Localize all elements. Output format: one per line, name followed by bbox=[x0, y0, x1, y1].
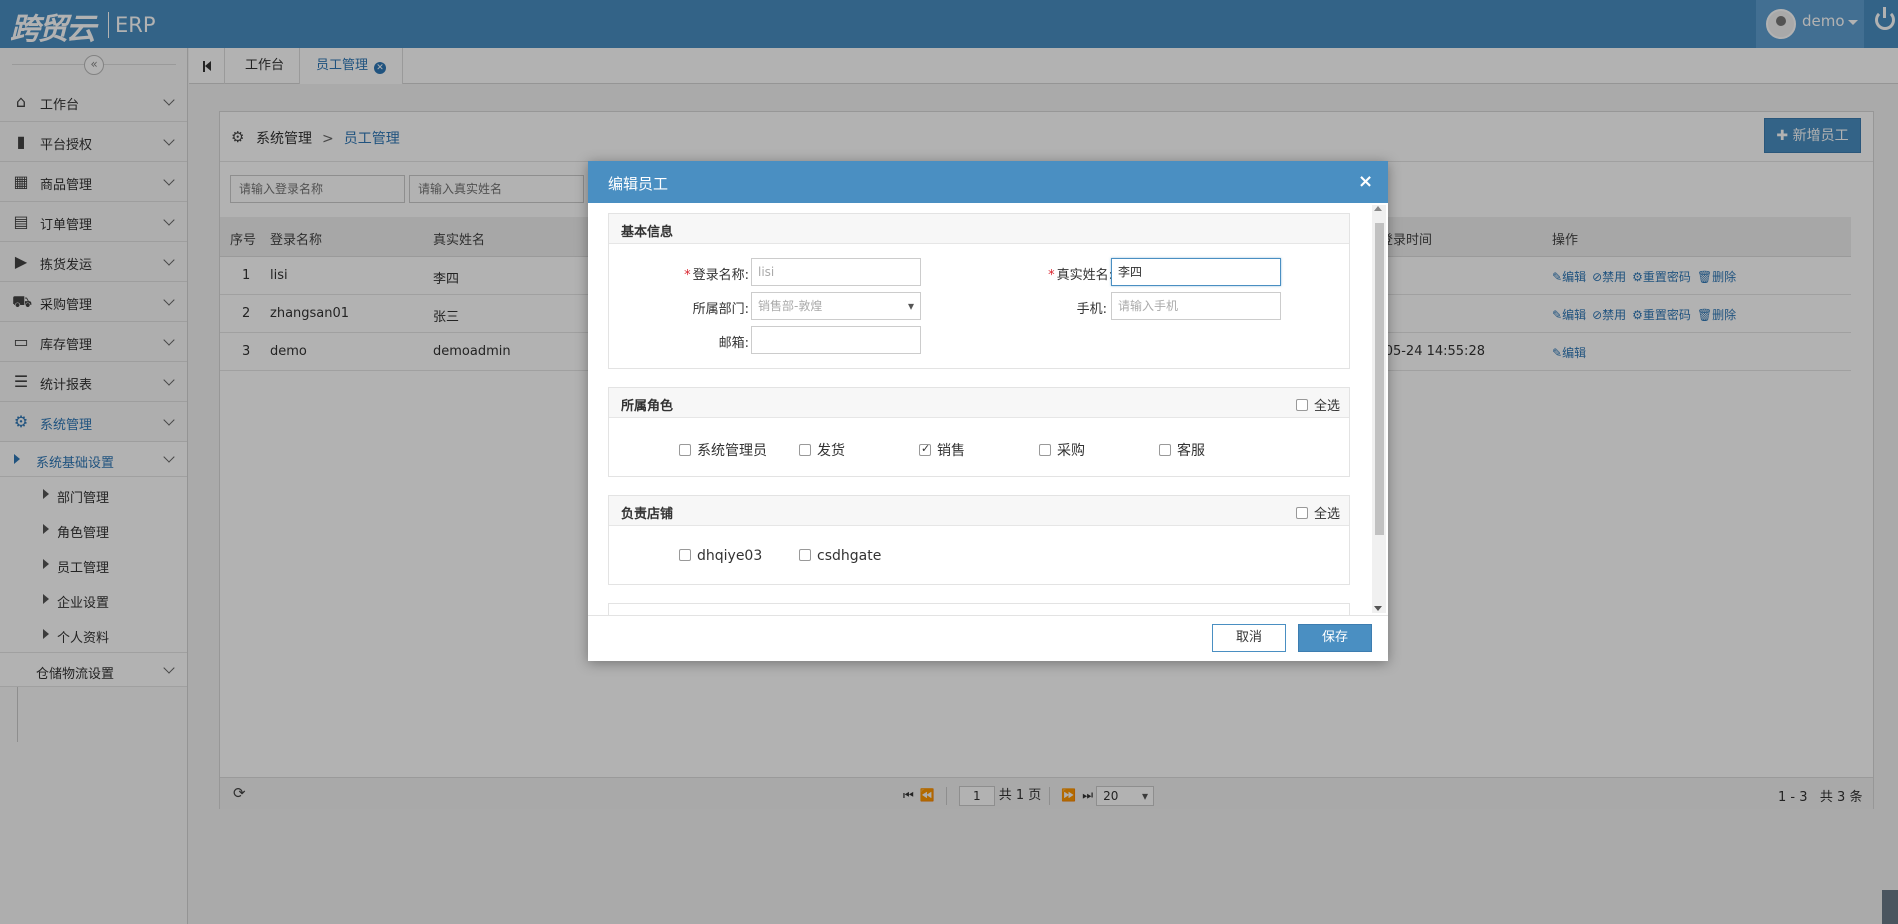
required-mark: * bbox=[684, 268, 691, 283]
checkbox[interactable] bbox=[679, 549, 691, 561]
section-header: 所属角色 全选 bbox=[609, 388, 1349, 418]
cancel-button[interactable]: 取消 bbox=[1212, 624, 1286, 652]
roles-section: 所属角色 全选 系统管理员 发货 销售 采购 客服 bbox=[608, 387, 1350, 477]
section-header: 负责店铺 全选 bbox=[609, 496, 1349, 526]
realname-label-text: 真实姓名: bbox=[1056, 268, 1113, 283]
shops-section: 负责店铺 全选 dhqiye03 csdhgate bbox=[608, 495, 1350, 585]
shops-select-all[interactable]: 全选 bbox=[1296, 503, 1340, 522]
role-option-shipping[interactable]: 发货 bbox=[799, 440, 845, 460]
scrollbar-thumb[interactable] bbox=[1375, 223, 1384, 535]
role-option-service[interactable]: 客服 bbox=[1159, 440, 1205, 460]
section-title: 所属角色 bbox=[621, 399, 674, 414]
option-label: 客服 bbox=[1177, 443, 1205, 459]
login-label-text: 登录名称: bbox=[692, 268, 749, 283]
email-field[interactable] bbox=[751, 326, 921, 354]
shop-option-csdhgate[interactable]: csdhgate bbox=[799, 548, 881, 564]
option-label: 发货 bbox=[817, 443, 845, 459]
section-header: 基本信息 bbox=[609, 214, 1349, 244]
dialog-header: 编辑员工 × bbox=[588, 161, 1388, 203]
checkbox[interactable] bbox=[1296, 399, 1308, 411]
realname-label: * 真实姓名: bbox=[1013, 264, 1113, 283]
option-label: 采购 bbox=[1057, 443, 1085, 459]
option-label: 系统管理员 bbox=[697, 443, 767, 459]
section-title: 负责店铺 bbox=[621, 507, 674, 522]
select-all-label: 全选 bbox=[1314, 507, 1341, 522]
login-name-field[interactable]: lisi bbox=[751, 258, 921, 286]
dialog-title: 编辑员工 bbox=[608, 175, 669, 193]
role-option-purchase[interactable]: 采购 bbox=[1039, 440, 1085, 460]
option-label: 销售 bbox=[937, 443, 965, 459]
basic-info-section: 基本信息 * 登录名称: lisi * 真实姓名: 李四 所属部门: 销售部-敦煌 … bbox=[608, 213, 1350, 369]
option-label: dhqiye03 bbox=[697, 548, 763, 564]
shop-option-dhqiye03[interactable]: dhqiye03 bbox=[679, 548, 762, 564]
department-label: 所属部门: bbox=[692, 302, 749, 317]
section-title: 基本信息 bbox=[621, 225, 674, 240]
checkbox[interactable] bbox=[1039, 444, 1051, 456]
close-icon[interactable]: × bbox=[1358, 171, 1373, 192]
role-option-sales[interactable]: 销售 bbox=[919, 440, 965, 460]
dialog-body: 基本信息 * 登录名称: lisi * 真实姓名: 李四 所属部门: 销售部-敦煌 … bbox=[588, 203, 1388, 615]
department-select[interactable]: 销售部-敦煌 bbox=[751, 292, 921, 320]
scroll-down-icon[interactable] bbox=[1374, 606, 1382, 611]
save-button[interactable]: 保存 bbox=[1298, 624, 1372, 652]
phone-field[interactable]: 请输入手机 bbox=[1111, 292, 1281, 320]
login-label: * 登录名称: bbox=[659, 264, 749, 283]
dialog-footer: 取消 保存 bbox=[588, 615, 1388, 661]
checkbox[interactable] bbox=[799, 444, 811, 456]
select-all-label: 全选 bbox=[1314, 399, 1341, 414]
role-option-admin[interactable]: 系统管理员 bbox=[679, 440, 767, 460]
checkbox-checked[interactable] bbox=[919, 442, 931, 456]
checkbox[interactable] bbox=[799, 549, 811, 561]
next-section-partial bbox=[608, 603, 1350, 615]
scroll-up-icon[interactable] bbox=[1374, 206, 1382, 211]
phone-label: 手机: bbox=[1076, 302, 1107, 317]
checkbox[interactable] bbox=[1296, 507, 1308, 519]
checkbox[interactable] bbox=[679, 444, 691, 456]
realname-field[interactable]: 李四 bbox=[1111, 258, 1281, 286]
option-label: csdhgate bbox=[817, 548, 882, 564]
email-label: 邮箱: bbox=[718, 336, 749, 351]
edit-employee-dialog: 编辑员工 × 基本信息 * 登录名称: lisi * 真实姓名: 李四 所属部门: … bbox=[588, 161, 1388, 661]
roles-select-all[interactable]: 全选 bbox=[1296, 395, 1340, 414]
checkbox[interactable] bbox=[1159, 444, 1171, 456]
required-mark: * bbox=[1048, 268, 1055, 283]
